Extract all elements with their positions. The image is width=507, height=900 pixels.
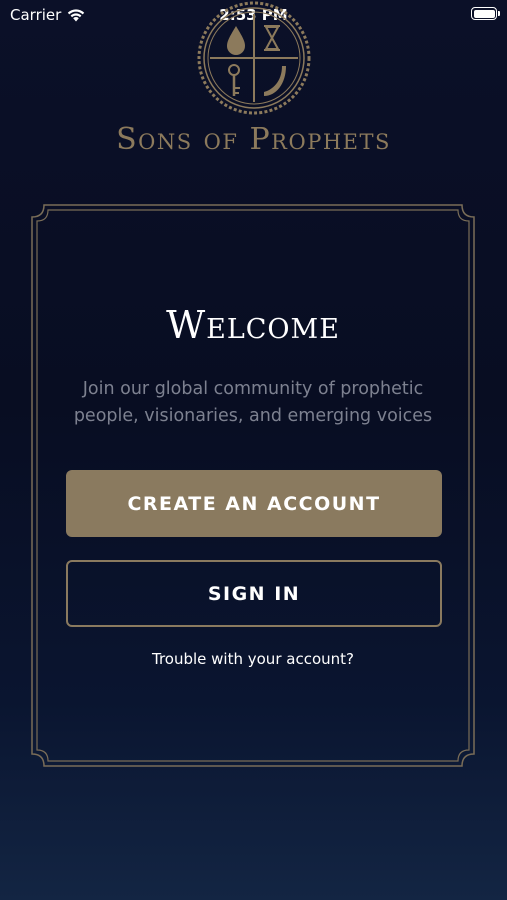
sons-of-prophets-emblem-icon — [197, 1, 311, 115]
create-account-button[interactable]: CREATE AN ACCOUNT — [66, 470, 442, 537]
welcome-subtitle: Join our global community of prophetic p… — [50, 376, 456, 430]
battery-icon — [471, 7, 500, 20]
welcome-title: Welcome — [166, 303, 340, 347]
welcome-card: Welcome Join our global community of pro… — [30, 203, 476, 768]
brand-name: Sons of Prophets — [116, 122, 391, 157]
sign-in-button[interactable]: SIGN IN — [66, 560, 442, 627]
subtitle-line-1: Join our global community of prophetic — [82, 379, 424, 399]
account-trouble-link[interactable]: Trouble with your account? — [30, 650, 476, 668]
subtitle-line-2: people, visionaries, and emerging voices — [73, 406, 433, 426]
